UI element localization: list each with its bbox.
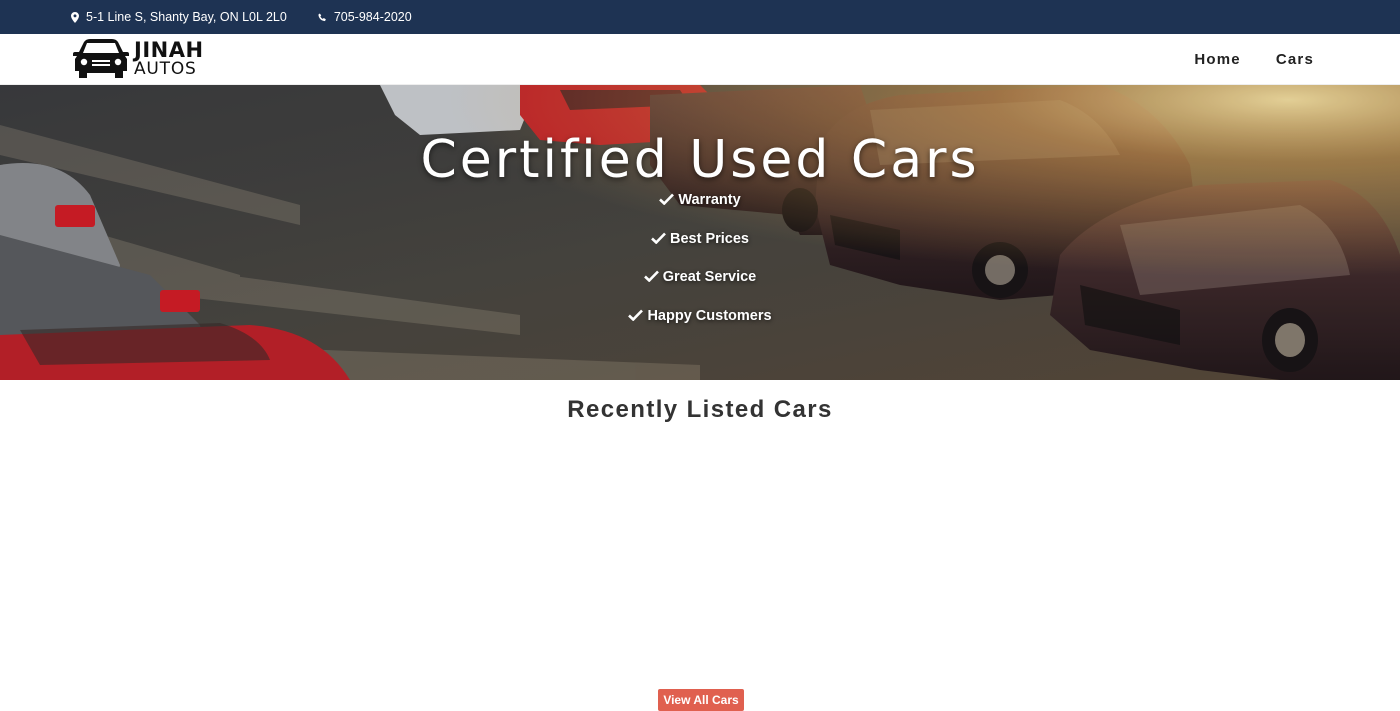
brand-line1: JINAH — [134, 38, 204, 62]
check-icon — [643, 270, 659, 282]
hero-feature-label: Best Prices — [670, 230, 749, 247]
car-front-icon — [73, 39, 129, 78]
brand-logo[interactable]: JINAH AUTOS — [72, 38, 204, 80]
view-all-cars-button[interactable]: View All Cars — [658, 689, 744, 711]
top-info-bar: 5-1 Line S, Shanty Bay, ON L0L 2L0 705-9… — [0, 0, 1400, 34]
nav-cars-link[interactable]: Cars — [1276, 51, 1314, 68]
main-navbar: JINAH AUTOS Home Cars — [0, 34, 1400, 85]
brand-line2: AUTOS — [134, 59, 197, 79]
address-text: 5-1 Line S, Shanty Bay, ON L0L 2L0 — [86, 10, 287, 24]
hero-feature-list: Warranty Best Prices Great Service Happy… — [0, 192, 1400, 346]
hero-feature-item: Great Service — [0, 269, 1400, 308]
hero-banner: Certified Used Cars Warranty Best Prices… — [0, 85, 1400, 380]
phone-info[interactable]: 705-984-2020 — [318, 10, 412, 24]
hero-feature-item: Happy Customers — [0, 308, 1400, 347]
nav-home-link[interactable]: Home — [1194, 51, 1240, 68]
recent-cars-heading: Recently Listed Cars — [567, 396, 833, 423]
hero-feature-label: Happy Customers — [647, 307, 772, 324]
check-icon — [628, 309, 644, 321]
check-icon — [659, 193, 675, 205]
phone-icon — [318, 12, 326, 21]
hero-feature-label: Great Service — [662, 269, 757, 285]
nav-links: Home Cars — [1159, 34, 1314, 85]
phone-text[interactable]: 705-984-2020 — [334, 10, 412, 24]
address-info: 5-1 Line S, Shanty Bay, ON L0L 2L0 — [71, 10, 287, 24]
check-icon — [651, 232, 666, 244]
hero-feature-item: Warranty — [0, 192, 1400, 231]
hero-feature-label: Warranty — [678, 192, 741, 208]
brand-wordmark: JINAH AUTOS — [134, 38, 204, 78]
hero-feature-item: Best Prices — [0, 231, 1400, 270]
hero-title: Certified Used Cars — [420, 130, 980, 190]
map-marker-icon — [71, 11, 79, 23]
